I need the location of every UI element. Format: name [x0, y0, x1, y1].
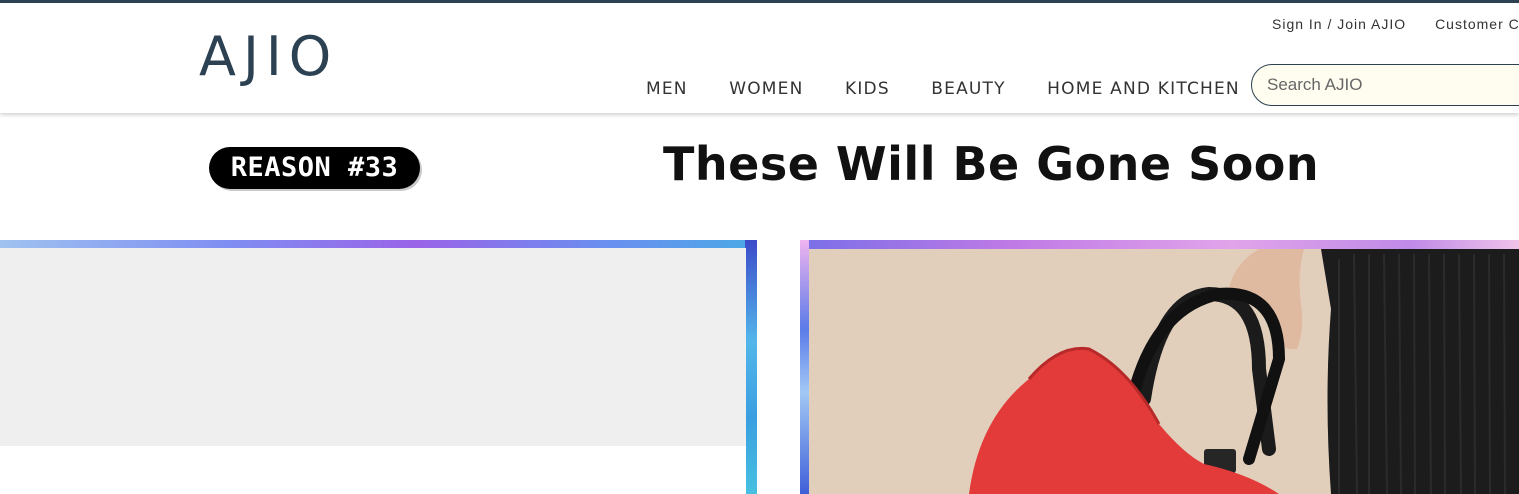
nav-item-beauty[interactable]: BEAUTY — [931, 79, 1005, 99]
ajio-logo[interactable]: AJIO — [199, 27, 338, 87]
main-nav: MEN WOMEN KIDS BEAUTY HOME AND KITCHEN — [646, 79, 1277, 99]
product-card-left[interactable] — [0, 240, 757, 494]
card-border-decoration — [800, 240, 809, 494]
search-box[interactable] — [1251, 64, 1519, 106]
image-placeholder — [0, 248, 746, 446]
search-input[interactable] — [1267, 74, 1519, 96]
nav-item-kids[interactable]: KIDS — [845, 79, 890, 99]
section-title: These Will Be Gone Soon — [663, 137, 1320, 191]
site-header: AJIO Sign In / Join AJIO Customer Care M… — [0, 0, 1519, 113]
card-footer-area — [0, 446, 746, 494]
top-links: Sign In / Join AJIO Customer Care — [1272, 16, 1519, 32]
nav-item-men[interactable]: MEN — [646, 79, 688, 99]
nav-item-women[interactable]: WOMEN — [729, 79, 803, 99]
sign-in-link[interactable]: Sign In / Join AJIO — [1272, 16, 1406, 32]
product-card-right[interactable] — [800, 240, 1519, 494]
nav-item-home-and-kitchen[interactable]: HOME AND KITCHEN — [1047, 79, 1240, 99]
card-border-decoration — [745, 240, 757, 494]
reason-badge: REASON #33 — [209, 147, 420, 189]
product-image[interactable] — [809, 249, 1519, 494]
customer-care-link[interactable]: Customer Care — [1435, 16, 1519, 32]
